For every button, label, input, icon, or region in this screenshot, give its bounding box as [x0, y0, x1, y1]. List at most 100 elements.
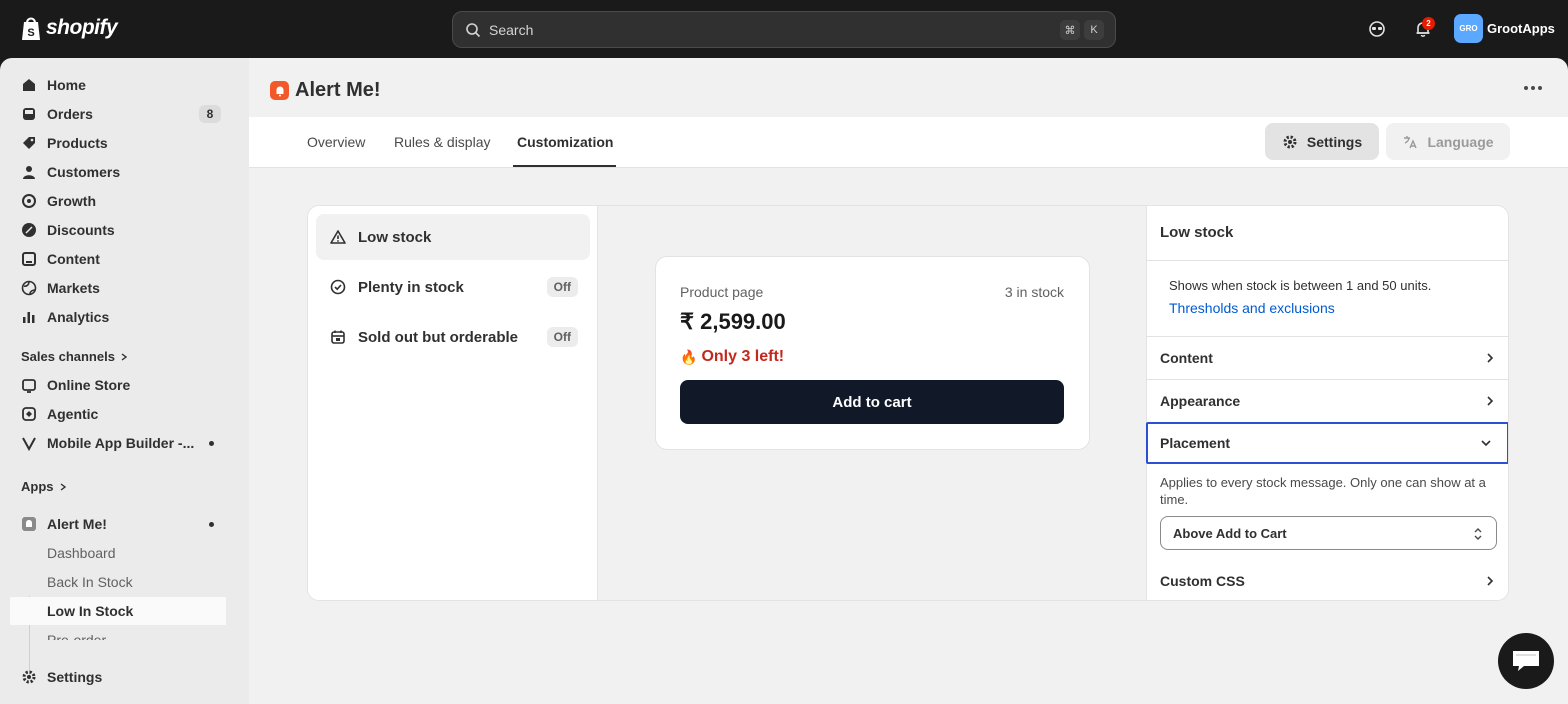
- stock-states-list: Low stock Plenty in stock Off Sold out b…: [308, 206, 598, 600]
- sidebar-item-analytics[interactable]: Analytics: [10, 303, 226, 331]
- content-icon: [20, 250, 38, 268]
- accordion-label: Appearance: [1160, 393, 1241, 409]
- sidebar-item-label: Content: [47, 251, 100, 267]
- tab-rules-display[interactable]: Rules & display: [394, 134, 491, 150]
- page-title-text: Alert Me!: [295, 79, 381, 101]
- sidebar-item-discounts[interactable]: Discounts: [10, 216, 226, 244]
- gear-icon: [20, 668, 38, 686]
- shopping-bag-icon: S: [22, 17, 40, 40]
- state-sold-out-but-orderable[interactable]: Sold out but orderable Off: [316, 314, 590, 360]
- sidebar-item-content[interactable]: Content: [10, 245, 226, 273]
- store-name[interactable]: GrootApps: [1487, 21, 1555, 36]
- sales-channels-label: Sales channels: [21, 349, 115, 364]
- status-badge: Off: [546, 277, 578, 297]
- accordion-custom-css[interactable]: Custom CSS: [1147, 560, 1508, 600]
- accordion-label: Placement: [1160, 435, 1231, 451]
- panel-title: Low stock: [1160, 224, 1234, 241]
- sidebar-item-markets[interactable]: Markets: [10, 274, 226, 302]
- active-tab-indicator: [513, 165, 616, 167]
- app-bell-icon: [20, 515, 38, 533]
- discount-icon: [20, 221, 38, 239]
- sales-channels-heading[interactable]: Sales channels: [21, 349, 129, 364]
- tab-bar: Overview Rules & display Customization S…: [249, 117, 1568, 168]
- bar-chart-icon: [20, 308, 38, 326]
- sidebar-item-label: Orders: [47, 106, 93, 122]
- v-logo-icon: [20, 434, 38, 452]
- preview-stock-count: 3 in stock: [1004, 284, 1064, 300]
- chevron-right-icon: [121, 352, 128, 361]
- placement-select[interactable]: Above Add to Cart: [1160, 516, 1497, 550]
- settings-button[interactable]: Settings: [1265, 123, 1379, 160]
- sidebar-item-label: Settings: [47, 669, 103, 685]
- sidebar-item-products[interactable]: Products: [10, 129, 226, 157]
- chevron-right-icon: [1487, 396, 1494, 406]
- sidebar-item-label: Alert Me!: [47, 516, 107, 532]
- sidebar-item-orders[interactable]: Orders 8: [10, 100, 226, 128]
- low-stock-message: 🔥 Only 3 left!: [680, 348, 784, 366]
- tag-icon: [20, 134, 38, 152]
- preview-price: ₹ 2,599.00: [680, 309, 786, 334]
- sidebar-item-settings[interactable]: Settings: [10, 663, 226, 691]
- home-icon: [20, 76, 38, 94]
- shortcut-k-key: K: [1084, 20, 1104, 40]
- state-label: Plenty in stock: [358, 278, 464, 296]
- sidebar-item-mobile-app-builder[interactable]: Mobile App Builder -...: [10, 429, 226, 457]
- sidebar-item-label: Home: [47, 77, 86, 93]
- sidekick-icon[interactable]: [1365, 17, 1389, 41]
- shopify-logo[interactable]: S shopify: [20, 15, 118, 41]
- target-icon: [20, 192, 38, 210]
- apps-heading[interactable]: Apps: [21, 479, 68, 494]
- search-placeholder: Search: [489, 21, 534, 38]
- accordion-appearance[interactable]: Appearance: [1147, 380, 1508, 422]
- state-plenty-in-stock[interactable]: Plenty in stock Off: [316, 264, 590, 310]
- settings-button-label: Settings: [1306, 133, 1363, 150]
- panel-description: Shows when stock is between 1 and 50 uni…: [1169, 278, 1432, 293]
- store-avatar[interactable]: GRO: [1454, 14, 1483, 43]
- agentic-icon: [20, 405, 38, 423]
- person-icon: [20, 163, 38, 181]
- select-arrows-icon: [1474, 528, 1482, 540]
- settings-panel: Low stock Shows when stock is between 1 …: [1146, 206, 1508, 600]
- sidebar-item-alert-me[interactable]: Alert Me!: [10, 510, 226, 538]
- sidebar-subitem-pre-order[interactable]: Pre-order: [10, 626, 226, 640]
- more-actions-icon[interactable]: [1524, 86, 1542, 90]
- translate-icon: [1404, 135, 1418, 148]
- tab-customization[interactable]: Customization: [517, 134, 613, 150]
- sidebar-item-agentic[interactable]: Agentic: [10, 400, 226, 428]
- language-button[interactable]: Language: [1386, 123, 1510, 160]
- customization-card: Low stock Plenty in stock Off Sold out b…: [307, 205, 1509, 601]
- sidebar-item-growth[interactable]: Growth: [10, 187, 226, 215]
- sidebar-item-label: Online Store: [47, 377, 131, 393]
- product-preview-card: Product page 3 in stock ₹ 2,599.00 🔥 Onl…: [655, 256, 1090, 450]
- add-to-cart-button[interactable]: Add to cart: [680, 380, 1064, 424]
- accordion-placement[interactable]: Placement: [1146, 422, 1508, 464]
- placement-description: Applies to every stock message. Only one…: [1160, 475, 1486, 507]
- thresholds-link[interactable]: Thresholds and exclusions: [1169, 300, 1335, 316]
- accordion-content[interactable]: Content: [1147, 337, 1508, 379]
- gear-icon: [1283, 135, 1297, 148]
- chevron-right-icon: [1487, 353, 1494, 363]
- notification-badge: 2: [1422, 17, 1435, 30]
- top-bar: S shopify Search ⌘ K 2 GRO GrootApps: [0, 0, 1568, 58]
- chat-button[interactable]: [1498, 633, 1554, 689]
- low-stock-message-text: Only 3 left!: [701, 348, 785, 365]
- sidebar-item-online-store[interactable]: Online Store: [10, 371, 226, 399]
- preview-area: Product page 3 in stock ₹ 2,599.00 🔥 Onl…: [598, 206, 1146, 600]
- status-dot: [209, 441, 214, 446]
- app-bell-icon: [270, 81, 289, 100]
- chat-icon: [1513, 651, 1539, 671]
- sidebar-item-home[interactable]: Home: [10, 71, 226, 99]
- tab-overview[interactable]: Overview: [307, 134, 365, 150]
- sidebar-item-customers[interactable]: Customers: [10, 158, 226, 186]
- search-input[interactable]: Search ⌘ K: [452, 11, 1116, 48]
- chevron-right-icon: [60, 482, 66, 491]
- sidebar-subitem-dashboard[interactable]: Dashboard: [10, 539, 226, 567]
- state-label: Sold out but orderable: [358, 328, 518, 346]
- orders-count-badge: 8: [199, 105, 221, 123]
- state-low-stock[interactable]: Low stock: [316, 214, 590, 260]
- sidebar-subitem-low-in-stock[interactable]: Low In Stock: [10, 597, 226, 625]
- sidebar-subitem-back-in-stock[interactable]: Back In Stock: [10, 568, 226, 596]
- check-circle-icon: [330, 279, 346, 295]
- language-button-label: Language: [1427, 133, 1494, 150]
- sidebar: Home Orders 8 Products Customers Growth …: [0, 58, 249, 704]
